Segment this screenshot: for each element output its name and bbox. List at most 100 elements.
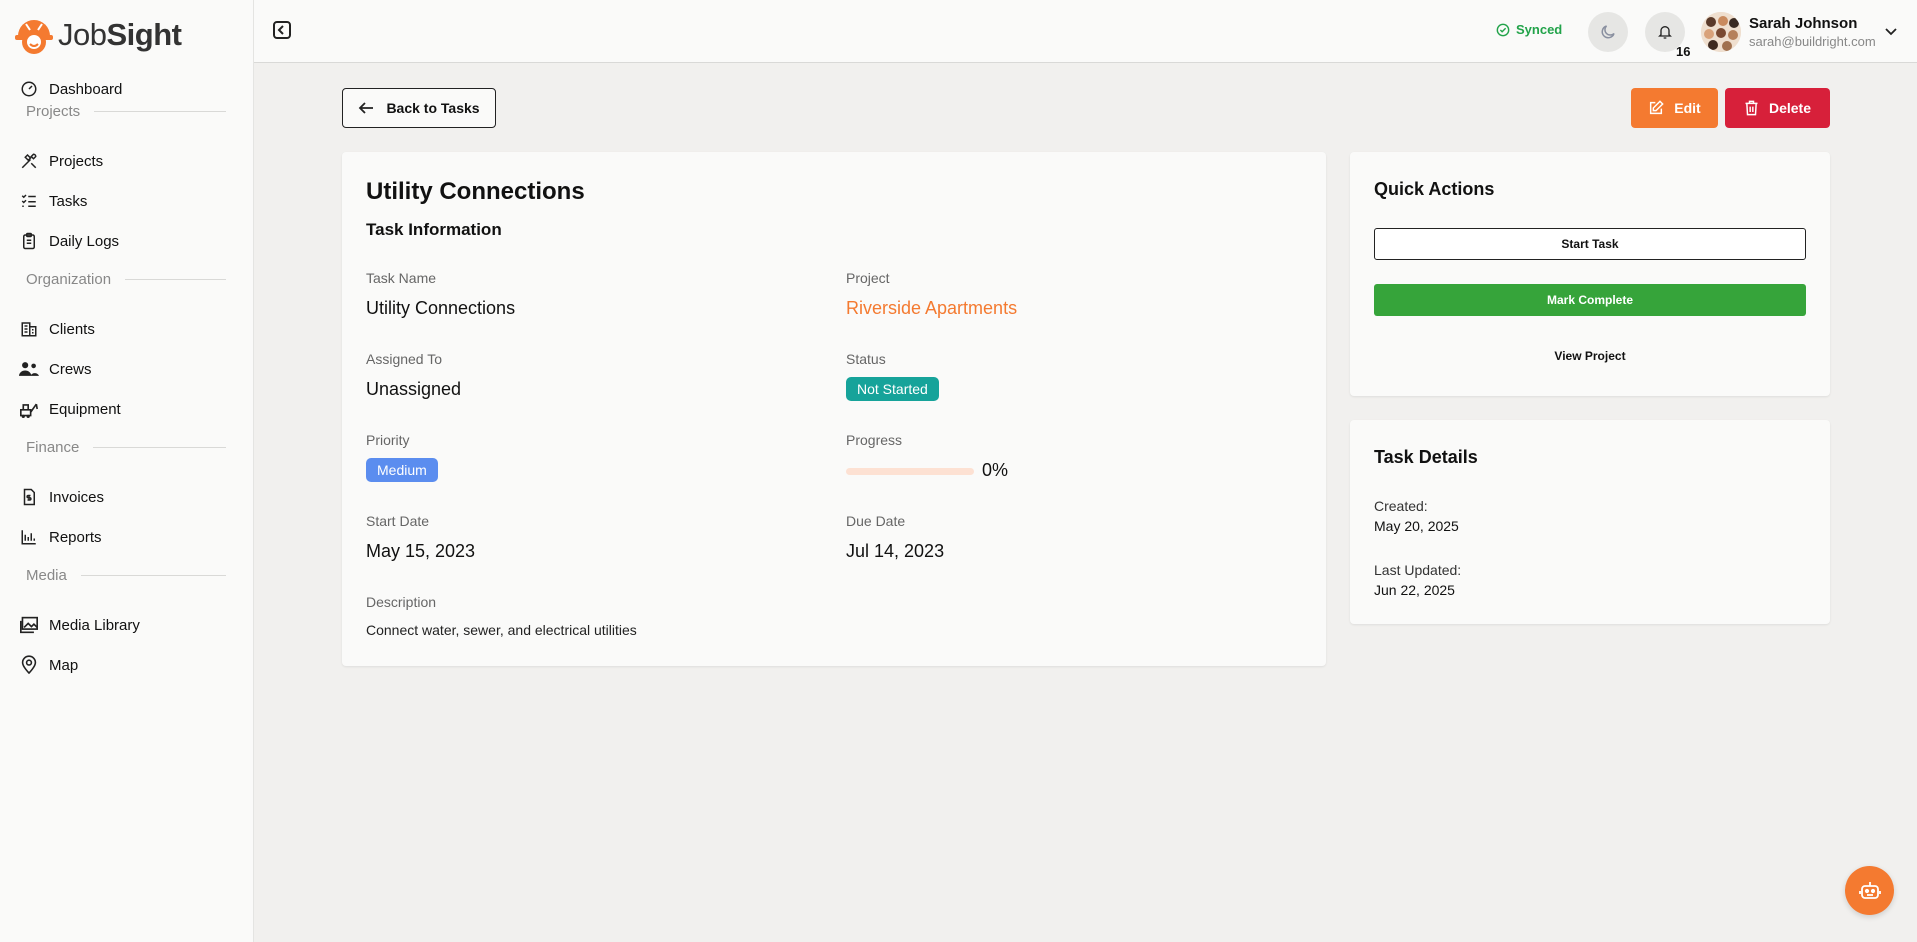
sync-status-label: Synced (1516, 22, 1563, 37)
task-details-card: Task Details Created: May 20, 2025 Last … (1350, 420, 1830, 624)
notification-count-badge: 16 (1676, 44, 1691, 59)
sidebar-item-crews[interactable]: Crews (18, 355, 92, 383)
chevron-down-icon[interactable] (1884, 24, 1898, 43)
project-link[interactable]: Riverside Apartments (846, 298, 1017, 319)
moon-icon (1601, 25, 1615, 39)
equipment-icon (18, 398, 40, 420)
start-date-value: May 15, 2023 (366, 541, 476, 561)
back-to-tasks-button[interactable]: Back to Tasks (342, 88, 496, 128)
clipboard-icon (18, 230, 40, 252)
trash-icon (1745, 100, 1758, 116)
view-project-button[interactable]: View Project (1374, 340, 1806, 372)
sidebar-item-tasks[interactable]: Tasks (18, 187, 87, 215)
sidebar-item-daily-logs[interactable]: Daily Logs (18, 227, 119, 255)
assigned-to-label: Assigned To (366, 351, 443, 367)
sidebar-item-media-library[interactable]: Media Library (18, 611, 140, 639)
check-circle-icon (1496, 23, 1510, 36)
app-name: JobSight (58, 17, 182, 53)
last-updated-value: Jun 22, 2025 (1374, 582, 1455, 598)
top-header: Synced 16 Sarah Johnson sarah@buildright… (254, 0, 1917, 63)
status-label: Status (846, 351, 886, 367)
mark-complete-button[interactable]: Mark Complete (1374, 284, 1806, 316)
description-label: Description (366, 594, 437, 610)
users-icon (18, 358, 40, 380)
delete-button-label: Delete (1768, 100, 1812, 116)
progress-value: 0% (982, 460, 1009, 480)
assistant-bot-button[interactable] (1845, 866, 1894, 915)
sidebar-item-label: Dashboard (49, 80, 123, 98)
section-heading-finance: Finance (26, 438, 226, 456)
dark-mode-toggle[interactable] (1588, 12, 1628, 52)
section-heading-projects: Projects (26, 102, 226, 120)
sidebar-item-label: Equipment (49, 400, 121, 418)
robot-icon (1858, 881, 1881, 899)
delete-button[interactable]: Delete (1725, 88, 1830, 128)
sync-status: Synced (1496, 22, 1562, 37)
sidebar-collapse-icon[interactable] (272, 20, 294, 42)
sidebar-item-label: Invoices (49, 488, 105, 506)
invoice-icon (18, 486, 40, 508)
app-name-part1: Job (58, 17, 107, 52)
sidebar-item-clients[interactable]: Clients (18, 315, 95, 343)
section-heading-media: Media (26, 566, 226, 584)
building-icon (18, 318, 40, 340)
image-icon (18, 614, 40, 636)
map-pin-icon (18, 654, 40, 676)
progress-bar (846, 468, 974, 475)
sidebar: JobSight Dashboard Projects Projects Tas… (0, 0, 254, 942)
due-date-label: Due Date (846, 513, 906, 529)
sidebar-item-dashboard[interactable]: Dashboard (18, 75, 122, 103)
project-label: Project (846, 270, 890, 286)
bell-icon (1658, 26, 1672, 39)
avatar[interactable] (1701, 12, 1741, 52)
task-information-card: Utility Connections Task Information Tas… (342, 152, 1326, 666)
sidebar-item-label: Reports (49, 528, 102, 546)
progress-label: Progress (846, 432, 903, 448)
quick-actions-title: Quick Actions (1374, 179, 1495, 199)
task-name-label: Task Name (366, 270, 437, 286)
edit-button-label: Edit (1674, 100, 1701, 116)
assigned-to-value: Unassigned (366, 379, 462, 399)
sidebar-item-label: Clients (49, 320, 95, 338)
tools-icon (18, 150, 40, 172)
sidebar-item-equipment[interactable]: Equipment (18, 395, 121, 423)
start-date-label: Start Date (366, 513, 430, 529)
list-checks-icon (18, 190, 40, 212)
due-date-value: Jul 14, 2023 (846, 541, 945, 561)
app-logo[interactable]: JobSight (12, 14, 182, 56)
edit-icon (1650, 100, 1664, 115)
last-updated-label: Last Updated: (1374, 562, 1462, 578)
sidebar-item-map[interactable]: Map (18, 651, 78, 679)
edit-button[interactable]: Edit (1631, 88, 1718, 128)
section-heading-organization: Organization (26, 270, 226, 288)
sidebar-item-invoices[interactable]: Invoices (18, 483, 104, 511)
section-title: Task Information (366, 220, 502, 239)
back-button-label: Back to Tasks (386, 100, 480, 116)
task-details-title: Task Details (1374, 447, 1478, 467)
user-name: Sarah Johnson (1749, 15, 1858, 32)
priority-badge: Medium (366, 458, 438, 482)
app-name-part2: Sight (106, 17, 182, 52)
start-task-button[interactable]: Start Task (1374, 228, 1806, 260)
description-value: Connect water, sewer, and electrical uti… (366, 622, 637, 638)
page-title: Utility Connections (366, 178, 585, 205)
sidebar-item-label: Tasks (49, 192, 88, 210)
task-name-value: Utility Connections (366, 298, 516, 318)
bar-chart-icon (18, 526, 40, 548)
status-badge: Not Started (846, 377, 939, 401)
sidebar-item-label: Projects (49, 152, 104, 170)
priority-label: Priority (366, 432, 410, 448)
created-label: Created: (1374, 498, 1428, 514)
user-email: sarah@buildright.com (1749, 34, 1876, 49)
sidebar-item-reports[interactable]: Reports (18, 523, 102, 551)
sidebar-item-label: Map (49, 656, 79, 674)
dashboard-gauge-icon (18, 78, 40, 100)
sidebar-item-label: Media Library (49, 616, 140, 634)
arrow-left-icon (359, 102, 374, 114)
hard-hat-logo-icon (12, 14, 56, 56)
sidebar-item-label: Crews (49, 360, 92, 378)
quick-actions-card: Quick Actions Start Task Mark Complete V… (1350, 152, 1830, 396)
sidebar-item-label: Daily Logs (49, 232, 120, 250)
created-value: May 20, 2025 (1374, 518, 1459, 534)
sidebar-item-projects[interactable]: Projects (18, 147, 103, 175)
